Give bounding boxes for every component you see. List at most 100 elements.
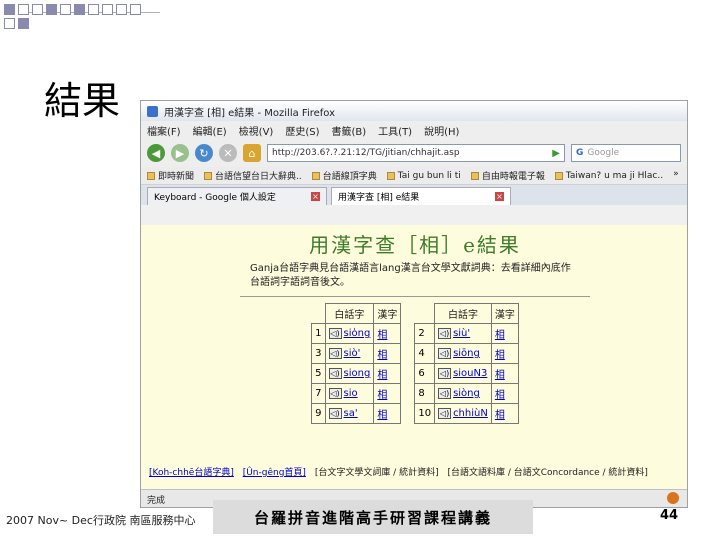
reload-icon[interactable]: ↻	[195, 144, 213, 162]
tab-label: Keyboard - Google 個人設定	[154, 193, 276, 203]
bookmark-item[interactable]: 即時新聞	[147, 169, 194, 182]
bookmark-icon	[470, 171, 479, 180]
hanji-link[interactable]: 相	[495, 390, 505, 401]
bookmark-item[interactable]: Taiwan? u ma ji Hlac..	[554, 169, 664, 182]
romanization-link[interactable]: sio̍ng	[344, 328, 371, 339]
slide-footer-left: 2007 Nov~ Dec行政院 南區服務中心	[6, 514, 196, 527]
url-text: http://203.6?.?.21:12/TG/jitian/chhajit.…	[272, 148, 460, 158]
menu-edit[interactable]: 編輯(E)	[193, 123, 227, 138]
speaker-icon[interactable]: ◁)	[328, 328, 342, 339]
google-icon: G	[576, 148, 584, 158]
row-number: 3	[315, 348, 322, 359]
slide-page-number: 44	[660, 508, 679, 523]
table-row: 7 ◁) sio 相 8 ◁) siòng 相	[311, 383, 519, 404]
bookmark-icon	[554, 171, 563, 180]
menu-tools[interactable]: 工具(T)	[378, 123, 412, 138]
slide-decoration	[0, 0, 160, 40]
stop-icon[interactable]: ✕	[219, 144, 237, 162]
hanji-link[interactable]: 相	[495, 410, 505, 421]
row-number: 9	[315, 408, 322, 419]
bookmark-item[interactable]: 自由時報電子報	[470, 169, 545, 182]
window-title: 用漢字查 [相] e結果 - Mozilla Firefox	[164, 107, 336, 119]
menu-help[interactable]: 說明(H)	[424, 123, 459, 138]
menu-history[interactable]: 歷史(S)	[285, 123, 319, 138]
tab-label: 用漢字查 [相] e結果	[338, 193, 420, 203]
menu-bookmarks[interactable]: 書籤(B)	[332, 123, 367, 138]
menu-file[interactable]: 檔案(F)	[147, 123, 181, 138]
speaker-icon[interactable]: ◁)	[438, 328, 452, 339]
hanji-link[interactable]: 相	[377, 350, 387, 361]
page-heading: 用漢字查［相］e結果	[309, 233, 521, 257]
hanji-link[interactable]: 相	[495, 330, 505, 341]
column-header: 漢字	[373, 303, 402, 324]
bookmark-label: Tai gu bun li ti	[397, 170, 461, 181]
search-input[interactable]: G Google	[571, 144, 681, 162]
status-text: 完成	[147, 496, 166, 506]
hanji-link[interactable]: 相	[377, 370, 387, 381]
firefox-icon	[147, 105, 158, 117]
speaker-icon[interactable]: ◁)	[328, 408, 342, 419]
speaker-icon[interactable]: ◁)	[438, 388, 452, 399]
bookmark-label: 台語信望台日大辭典..	[215, 172, 302, 182]
navigation-toolbar: ◀ ▶ ↻ ✕ ⌂ http://203.6?.?.21:12/TG/jitia…	[141, 139, 687, 167]
row-number: 5	[315, 368, 322, 379]
home-icon[interactable]: ⌂	[243, 144, 261, 162]
footer-link[interactable]: [台文字文學文詞庫 / 統計資料]	[315, 468, 439, 478]
slide-title: 結果	[44, 79, 121, 123]
row-number: 8	[418, 388, 425, 399]
row-number: 2	[418, 328, 425, 339]
romanization-link[interactable]: siò'	[344, 348, 361, 359]
romanization-link[interactable]: sio	[344, 388, 358, 399]
hanji-link[interactable]: 相	[495, 370, 505, 381]
footer-link[interactable]: [Ûn-gêng首頁]	[243, 468, 306, 478]
romanization-link[interactable]: siouN3	[453, 368, 487, 379]
bookmark-item[interactable]: Tai gu bun li ti	[386, 169, 461, 182]
footer-link[interactable]: [Koh-chhē台語字典]	[149, 468, 234, 478]
romanization-link[interactable]: siù'	[453, 328, 470, 339]
romanization-link[interactable]: sa'	[344, 408, 358, 419]
bookmark-label: 自由時報電子報	[481, 172, 545, 182]
url-bar[interactable]: http://203.6?.?.21:12/TG/jitian/chhajit.…	[267, 144, 565, 162]
tab-strip: Keyboard - Google 個人設定 × 用漢字查 [相] e結果 ×	[141, 185, 687, 205]
romanization-link[interactable]: siòng	[453, 388, 480, 399]
bookmark-item[interactable]: 台語線頂字典	[311, 169, 377, 182]
bookmarks-overflow-icon[interactable]: »	[673, 169, 679, 182]
column-header: 漢字	[490, 303, 519, 324]
romanization-link[interactable]: siong	[344, 368, 371, 379]
close-icon[interactable]: ×	[311, 192, 320, 201]
speaker-icon[interactable]: ◁)	[438, 348, 452, 359]
hanji-link[interactable]: 相	[495, 350, 505, 361]
romanization-link[interactable]: siōng	[453, 348, 480, 359]
slide-footer-center: 台羅拼音進階高手研習課程講義	[213, 500, 533, 534]
hanji-link[interactable]: 相	[377, 390, 387, 401]
bookmark-icon	[147, 171, 155, 180]
row-number: 4	[418, 348, 425, 359]
footer-links: [Koh-chhē台語字典] [Ûn-gêng首頁] [台文字文學文詞庫 / 統…	[149, 465, 654, 478]
bookmark-icon	[311, 171, 320, 180]
forward-arrow-icon[interactable]: ▶	[171, 144, 189, 162]
menu-view[interactable]: 檢視(V)	[239, 123, 274, 138]
speaker-icon[interactable]: ◁)	[328, 368, 342, 379]
footer-link[interactable]: [台語文語料庫 / 台語文Concordance / 統計資料]	[447, 468, 647, 478]
tab-results[interactable]: 用漢字查 [相] e結果 ×	[331, 187, 511, 205]
hanji-link[interactable]: 相	[377, 410, 387, 421]
speaker-icon[interactable]: ◁)	[438, 408, 452, 419]
table-row: 5 ◁) siong 相 6 ◁) siouN3 相	[311, 363, 519, 384]
speaker-icon[interactable]: ◁)	[328, 388, 342, 399]
back-arrow-icon[interactable]: ◀	[147, 144, 165, 162]
romanization-link[interactable]: chhiùN	[453, 408, 488, 419]
search-placeholder: Google	[587, 148, 620, 158]
browser-window: 用漢字查 [相] e結果 - Mozilla Firefox 檔案(F) 編輯(…	[140, 100, 688, 508]
results-table: 白話字 漢字 白話字 漢字 1 ◁) sio̍ng 相 2 ◁) siù' 相 3 ◁) siò' 相…	[311, 303, 519, 424]
speaker-icon[interactable]: ◁)	[328, 348, 342, 359]
bookmark-label: Taiwan? u ma ji Hlac..	[565, 170, 664, 181]
tab-keyboard[interactable]: Keyboard - Google 個人設定 ×	[147, 187, 327, 205]
bookmark-label: 即時新聞	[158, 172, 195, 182]
column-header: 白話字	[324, 303, 375, 324]
speaker-icon[interactable]: ◁)	[438, 368, 452, 379]
close-icon[interactable]: ×	[495, 192, 504, 201]
hanji-link[interactable]: 相	[377, 330, 387, 341]
firefox-status-icon	[667, 492, 679, 504]
go-arrow-icon[interactable]: ▶	[552, 148, 560, 159]
bookmark-item[interactable]: 台語信望台日大辭典..	[204, 169, 302, 182]
